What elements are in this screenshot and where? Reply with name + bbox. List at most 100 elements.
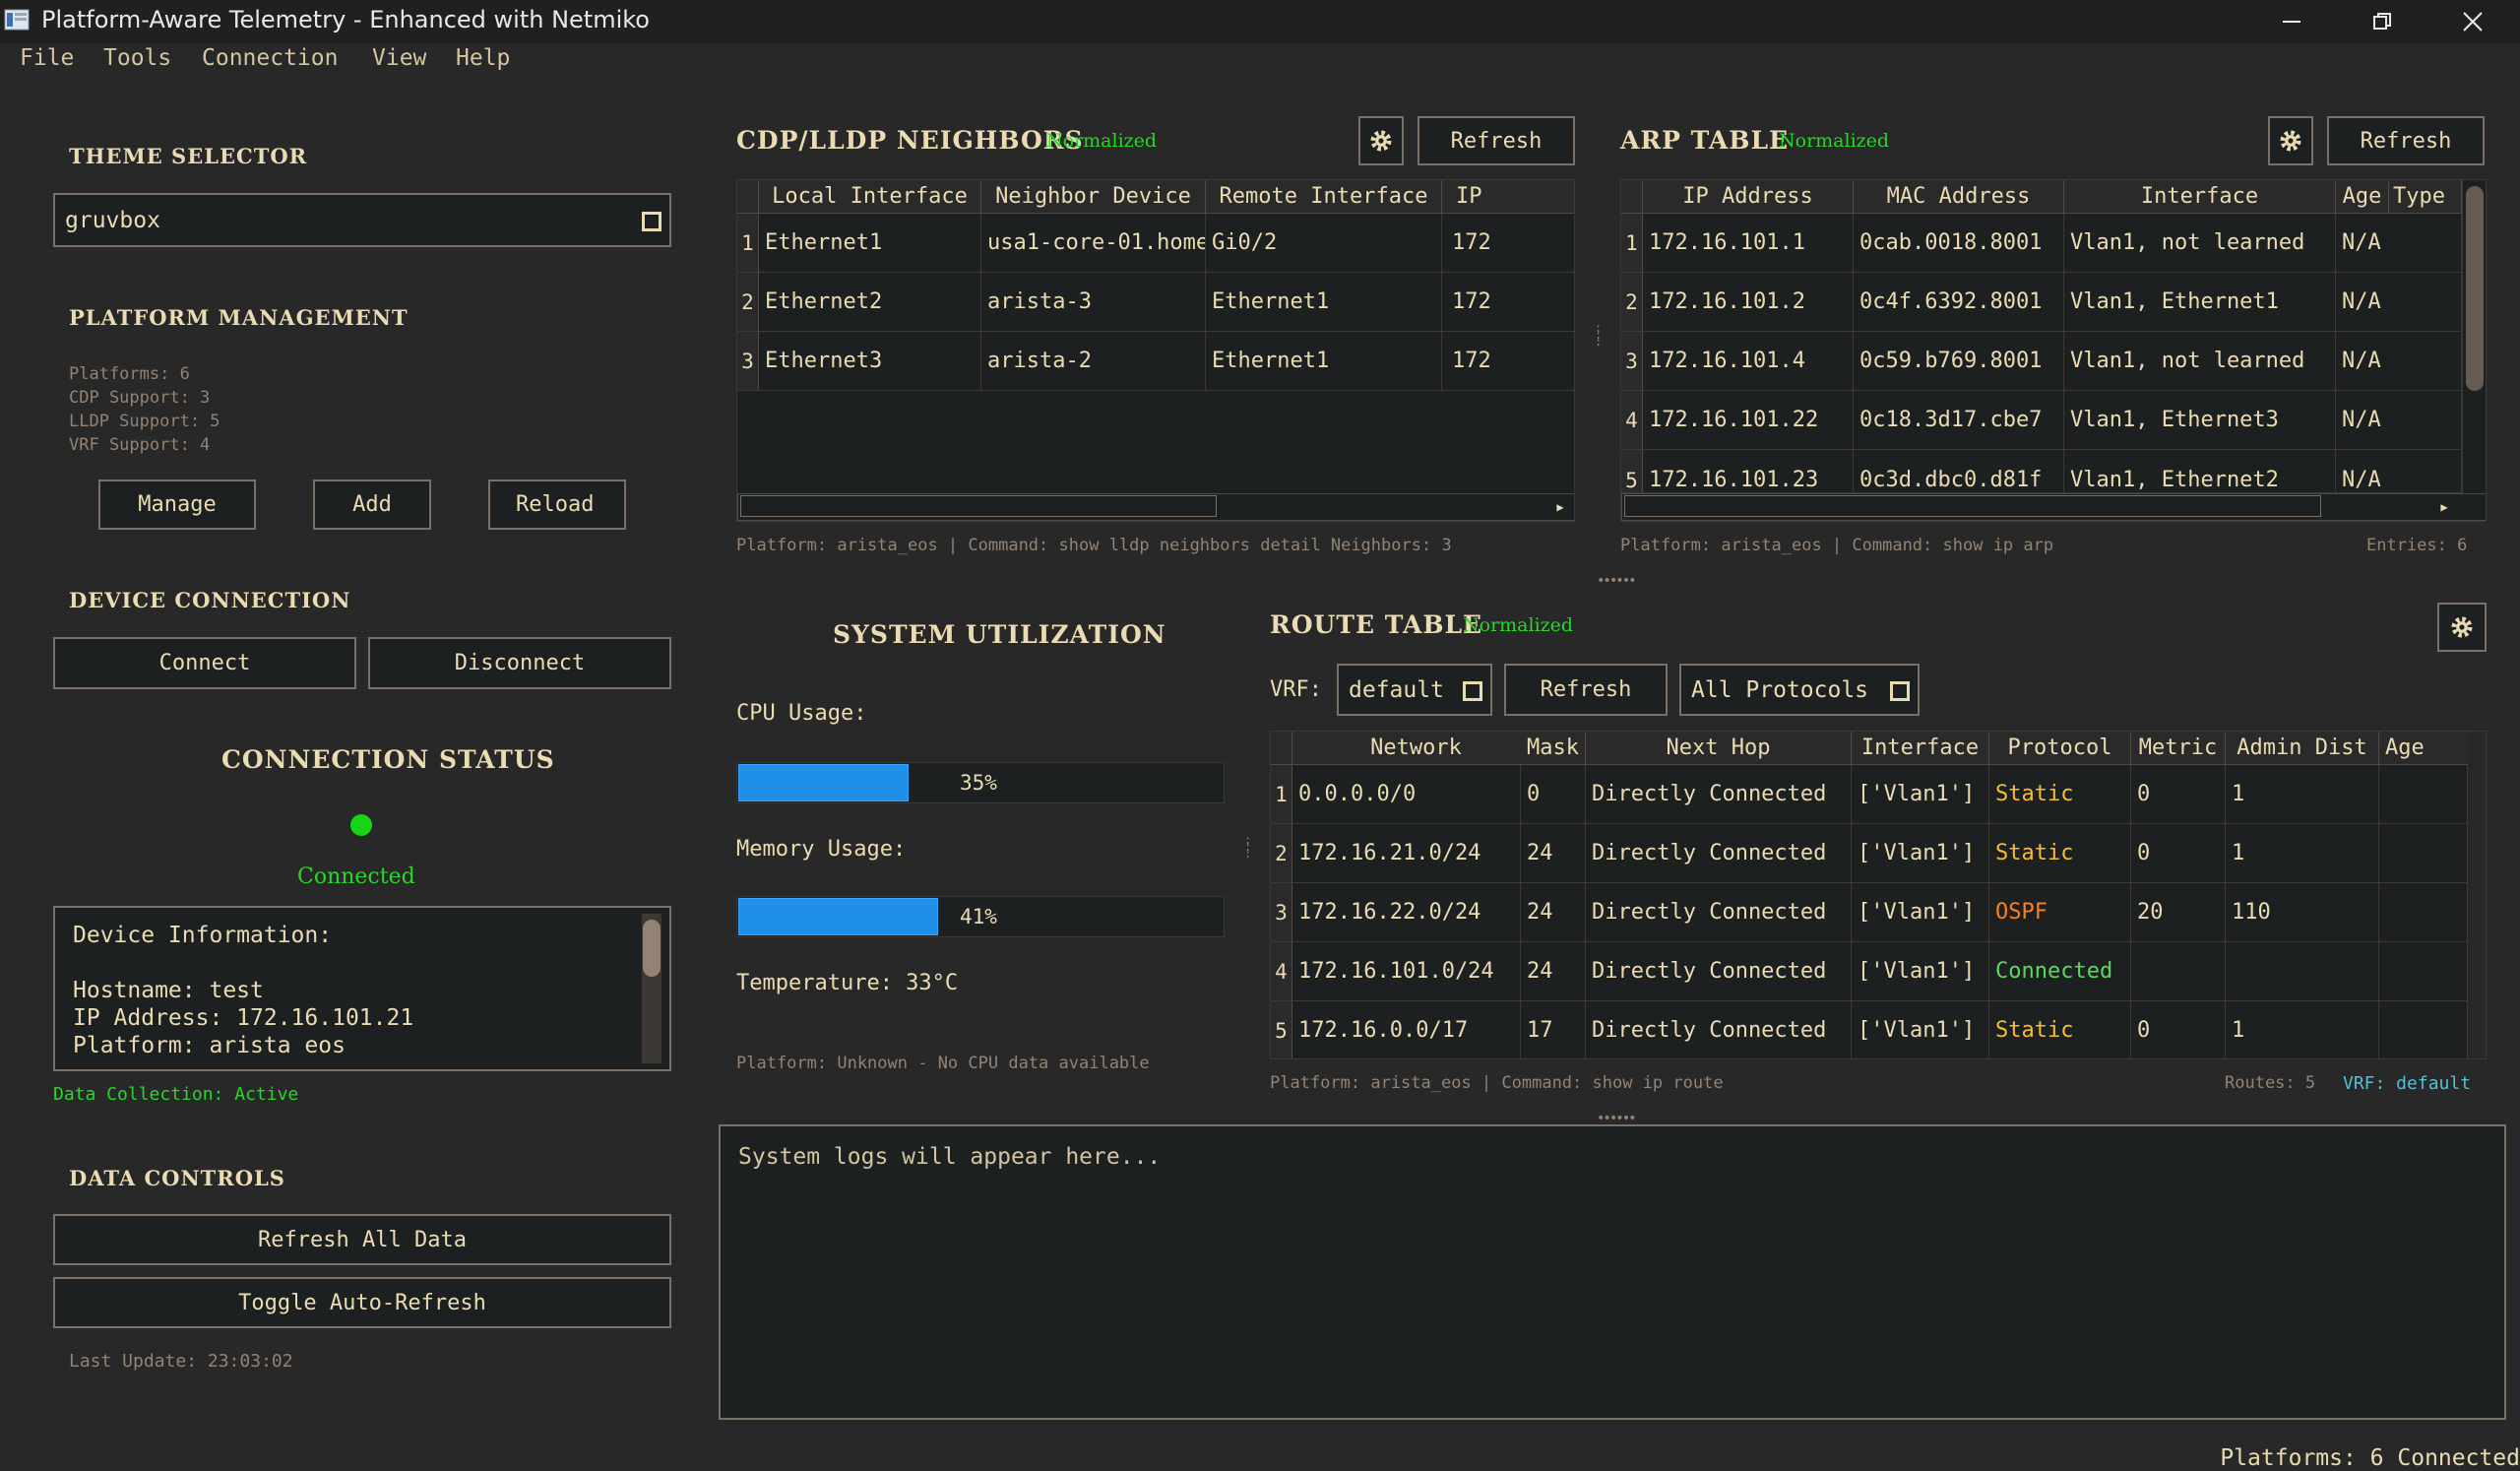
manage-button[interactable]: Manage [98, 480, 256, 530]
splitter-handle-icon[interactable]: ::: [1244, 834, 1251, 860]
route-cell[interactable]: 24 [1521, 824, 1586, 883]
menu-view[interactable]: View [372, 45, 426, 71]
route-cell[interactable]: 1 [2226, 1001, 2379, 1058]
route-cell[interactable]: Directly Connected [1586, 824, 1852, 883]
cdp-cell[interactable]: 172 [1442, 214, 1574, 273]
route-protocol-cell[interactable]: OSPF [1989, 883, 2131, 942]
arp-cell[interactable]: N/A [2336, 391, 2462, 450]
minimize-button[interactable] [2246, 0, 2337, 43]
toggle-auto-refresh-button[interactable]: Toggle Auto-Refresh [53, 1277, 671, 1328]
route-col-admin-dist[interactable]: Admin Dist [2226, 732, 2379, 765]
theme-select[interactable]: gruvbox [53, 193, 671, 247]
scroll-right-icon[interactable]: ▶ [1547, 495, 1573, 519]
device-info-scrollbar[interactable] [642, 914, 662, 1063]
arp-col-ip[interactable]: IP Address [1643, 180, 1854, 214]
cdp-refresh-button[interactable]: Refresh [1418, 116, 1575, 165]
cdp-cell[interactable]: Ethernet1 [1206, 332, 1442, 391]
disconnect-button[interactable]: Disconnect [368, 637, 671, 689]
system-log-area[interactable]: System logs will appear here... [719, 1124, 2506, 1420]
arp-col-interface[interactable]: Interface [2064, 180, 2336, 214]
cdp-settings-button[interactable] [1358, 116, 1404, 165]
route-cell[interactable]: 172.16.101.0/24 [1292, 942, 1521, 1001]
cdp-table[interactable]: Local Interface Neighbor Device Remote I… [736, 179, 1575, 522]
scroll-thumb[interactable] [643, 920, 661, 977]
route-cell[interactable]: 1 [2226, 824, 2379, 883]
route-cell[interactable]: ['Vlan1'] [1852, 883, 1989, 942]
route-cell[interactable]: 24 [1521, 942, 1586, 1001]
arp-cell[interactable]: Vlan1, Ethernet1 [2064, 273, 2336, 332]
route-cell[interactable] [2379, 942, 2468, 1001]
arp-cell[interactable]: 0c4f.6392.8001 [1854, 273, 2064, 332]
protocol-filter-select[interactable]: All Protocols [1679, 664, 1920, 716]
arp-cell[interactable]: Vlan1, not learned [2064, 332, 2336, 391]
cdp-cell[interactable]: 172 [1442, 332, 1574, 391]
route-cell[interactable]: 172.16.22.0/24 [1292, 883, 1521, 942]
close-button[interactable] [2427, 0, 2518, 43]
route-col-next-hop[interactable]: Next Hop [1586, 732, 1852, 765]
route-cell[interactable] [2226, 942, 2379, 1001]
route-cell[interactable] [2379, 1001, 2468, 1058]
route-protocol-cell[interactable]: Static [1989, 765, 2131, 824]
arp-col-age[interactable]: Age [2336, 180, 2389, 214]
route-col-network[interactable]: Network [1292, 732, 1541, 765]
route-settings-button[interactable] [2437, 603, 2487, 652]
connect-button[interactable]: Connect [53, 637, 356, 689]
cdp-col-neighbor[interactable]: Neighbor Device [981, 180, 1206, 214]
route-cell[interactable]: 0 [2131, 824, 2226, 883]
cdp-horizontal-scrollbar[interactable]: ▶ [737, 493, 1574, 521]
vrf-select[interactable]: default [1337, 664, 1492, 716]
route-cell[interactable] [2131, 942, 2226, 1001]
route-col-protocol[interactable]: Protocol [1989, 732, 2131, 765]
menu-tools[interactable]: Tools [103, 45, 171, 71]
add-button[interactable]: Add [313, 480, 431, 530]
arp-cell[interactable]: N/A [2336, 273, 2462, 332]
route-cell[interactable]: Directly Connected [1586, 883, 1852, 942]
route-cell[interactable]: 24 [1521, 883, 1586, 942]
arp-cell[interactable]: 0cab.0018.8001 [1854, 214, 2064, 273]
cdp-cell[interactable]: arista-2 [981, 332, 1206, 391]
arp-cell[interactable]: 172.16.101.22 [1643, 391, 1854, 450]
arp-cell[interactable]: N/A [2336, 214, 2462, 273]
arp-cell[interactable]: N/A [2336, 332, 2462, 391]
scroll-thumb[interactable] [740, 495, 1217, 517]
route-cell[interactable]: 0 [2131, 1001, 2226, 1058]
arp-cell[interactable]: 172.16.101.23 [1643, 450, 1854, 493]
arp-cell[interactable]: Vlan1, Ethernet2 [2064, 450, 2336, 493]
route-cell[interactable]: 0.0.0.0/0 [1292, 765, 1521, 824]
refresh-all-button[interactable]: Refresh All Data [53, 1214, 671, 1265]
arp-cell[interactable]: 0c3d.dbc0.d81f [1854, 450, 2064, 493]
route-table[interactable]: Network Mask Next Hop Interface Protocol… [1270, 731, 2487, 1059]
cdp-col-local[interactable]: Local Interface [759, 180, 981, 214]
cdp-cell[interactable]: 172 [1442, 273, 1574, 332]
route-col-interface[interactable]: Interface [1852, 732, 1989, 765]
cdp-cell[interactable]: Ethernet1 [1206, 273, 1442, 332]
arp-cell[interactable]: 172.16.101.2 [1643, 273, 1854, 332]
splitter-handle-icon[interactable]: •••••• [1597, 573, 1637, 589]
route-cell[interactable]: 0 [1521, 765, 1586, 824]
cdp-cell[interactable]: Gi0/2 [1206, 214, 1442, 273]
menu-file[interactable]: File [20, 45, 74, 71]
arp-cell[interactable]: 0c59.b769.8001 [1854, 332, 2064, 391]
arp-cell[interactable]: Vlan1, not learned [2064, 214, 2336, 273]
arp-cell[interactable]: 0c18.3d17.cbe7 [1854, 391, 2064, 450]
scroll-thumb[interactable] [1624, 495, 2321, 517]
route-cell[interactable] [2379, 765, 2468, 824]
route-cell[interactable]: 0 [2131, 765, 2226, 824]
arp-cell[interactable]: N/A [2336, 450, 2462, 493]
arp-col-type[interactable]: Type [2389, 180, 2462, 214]
cdp-cell[interactable]: usa1-core-01.home.com [981, 214, 1206, 273]
route-cell[interactable] [2379, 883, 2468, 942]
arp-cell[interactable]: 172.16.101.1 [1643, 214, 1854, 273]
route-col-mask[interactable]: Mask [1521, 732, 1586, 765]
arp-settings-button[interactable] [2268, 116, 2313, 165]
arp-vertical-scrollbar[interactable] [2462, 180, 2486, 493]
arp-refresh-button[interactable]: Refresh [2327, 116, 2485, 165]
arp-cell[interactable]: Vlan1, Ethernet3 [2064, 391, 2336, 450]
route-cell[interactable]: Directly Connected [1586, 1001, 1852, 1058]
route-refresh-button[interactable]: Refresh [1504, 664, 1668, 716]
route-col-metric[interactable]: Metric [2131, 732, 2226, 765]
arp-table[interactable]: IP Address MAC Address Interface Age Typ… [1620, 179, 2487, 522]
route-cell[interactable] [2379, 824, 2468, 883]
scroll-thumb[interactable] [2466, 186, 2484, 391]
route-cell[interactable]: ['Vlan1'] [1852, 765, 1989, 824]
